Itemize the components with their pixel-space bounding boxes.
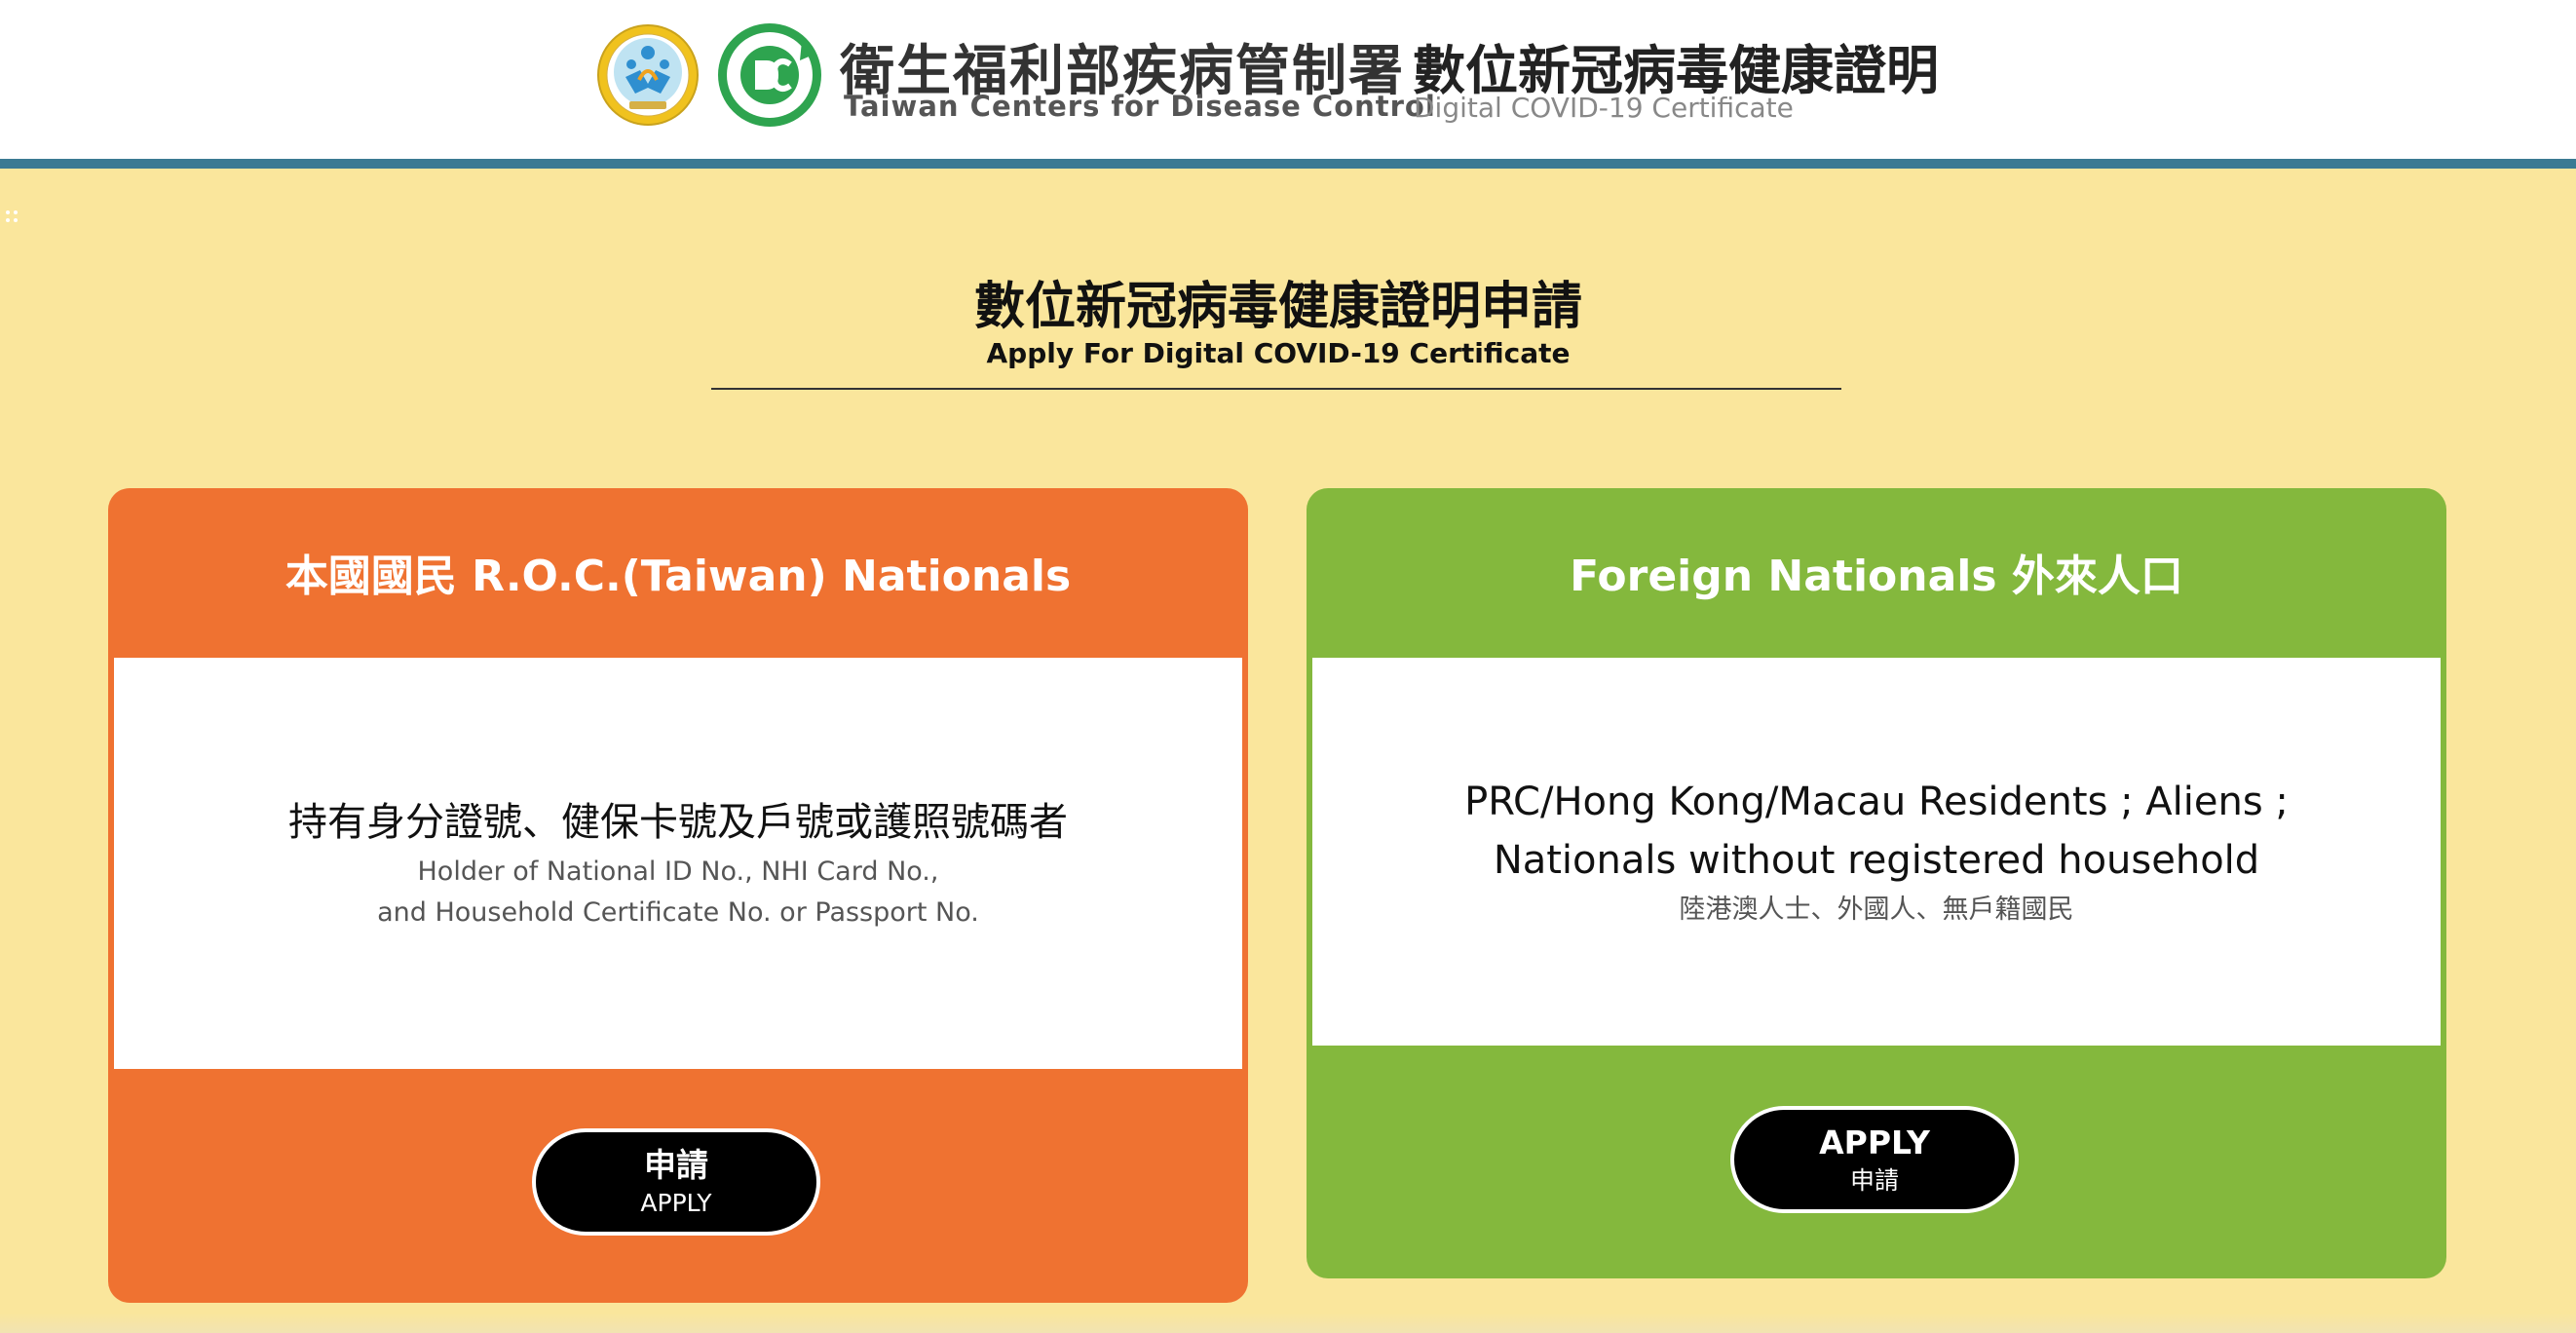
roc-desc-main: 持有身分證號、健保卡號及戶號或護照號碼者	[288, 800, 1068, 845]
government-seal-icon	[597, 24, 699, 126]
section-title-zh: 數位新冠病毒健康證明申請	[973, 278, 1582, 336]
foreign-apply-button[interactable]: APPLY 申請	[1730, 1106, 2019, 1213]
site-header: 衛生福利部疾病管制署 Taiwan Centers for Disease Co…	[0, 0, 2576, 159]
foreign-desc-sub: 陸港澳人士、外國人、無戶籍國民	[1679, 895, 2074, 925]
foreign-apply-label-zh: 申請	[1849, 1166, 1899, 1195]
site-title-en: Digital COVID-19 Certificate	[1414, 92, 1794, 124]
cdc-logo-icon	[718, 23, 821, 127]
roc-card-description: 持有身分證號、健保卡號及戶號或護照號碼者 Holder of National …	[114, 658, 1242, 1069]
foreign-card-description: PRC/Hong Kong/Macau Residents ; Aliens ;…	[1312, 658, 2441, 1046]
foreign-nationals-card: Foreign Nationals 外來人口 PRC/Hong Kong/Mac…	[1307, 488, 2446, 1278]
org-name-en: Taiwan Centers for Disease Control	[844, 90, 1436, 123]
roc-desc-sub-2: and Household Certificate No. or Passpor…	[377, 897, 979, 928]
roc-apply-label-en: APPLY	[640, 1189, 712, 1217]
section-divider	[711, 388, 1841, 390]
foreign-desc-main-2: Nationals without registered household	[1493, 838, 2260, 883]
header-divider-bar	[0, 159, 2576, 169]
foreign-card-heading: Foreign Nationals 外來人口	[1570, 552, 2183, 601]
foreign-apply-label-en: APPLY	[1819, 1124, 1930, 1162]
roc-card-heading: 本國國民 R.O.C.(Taiwan) Nationals	[284, 552, 1072, 601]
foreign-desc-main-1: PRC/Hong Kong/Macau Residents ; Aliens ;	[1464, 780, 2289, 824]
roc-desc-sub-1: Holder of National ID No., NHI Card No.,	[417, 857, 939, 887]
drag-handle-icon[interactable]	[4, 209, 23, 232]
roc-apply-label-zh: 申請	[644, 1146, 708, 1184]
roc-apply-button[interactable]: 申請 APPLY	[532, 1128, 820, 1236]
section-title-en: Apply For Digital COVID-19 Certificate	[986, 337, 1571, 369]
page-bottom-edge	[0, 1314, 2576, 1333]
roc-nationals-card: 本國國民 R.O.C.(Taiwan) Nationals 持有身分證號、健保卡…	[108, 488, 1248, 1303]
